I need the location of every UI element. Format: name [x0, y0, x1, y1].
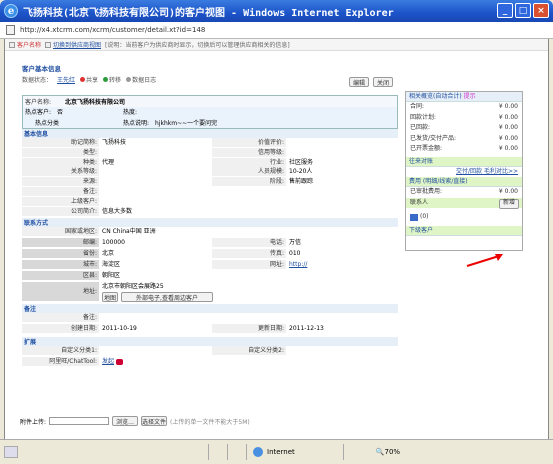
toolbar-item-customer[interactable]: 客户名称	[9, 40, 41, 49]
transfer-icon	[103, 77, 109, 82]
restore-button[interactable]: □	[515, 3, 531, 18]
chat-icon[interactable]	[116, 359, 123, 366]
close-page-button[interactable]: 关闭	[373, 77, 393, 87]
upload-row: 附件上传: 浏览... 选择文件 (上传的单一文件不能大于5M)	[20, 416, 250, 426]
page-icon	[6, 25, 15, 35]
choose-file-button[interactable]: 选择文件	[141, 416, 168, 426]
checkbox-icon	[45, 41, 52, 48]
compare-link[interactable]: 交付/回款 毛利对比>>	[456, 167, 518, 178]
address-bar[interactable]: http://x4.xtcrm.com/xcrm/customer/detail…	[0, 22, 553, 39]
minimize-button[interactable]: _	[497, 3, 513, 18]
share-option[interactable]: 共享	[80, 75, 98, 84]
owner-link[interactable]: 王先红	[57, 75, 75, 84]
upload-input[interactable]	[49, 417, 110, 425]
basic-band: 基本信息	[22, 129, 398, 138]
add-contact-button[interactable]: 新增	[499, 198, 519, 209]
chat-link[interactable]: 发起	[100, 357, 114, 366]
nearby-button[interactable]: 外部电子,查看周边客户	[121, 292, 213, 303]
window-title: 飞扬科技(北京飞扬科技有限公司)的客户视图 - Windows Internet…	[23, 7, 394, 19]
map-button[interactable]: 地图	[102, 292, 118, 303]
customer-header-box: 客户名称: 北京飞扬科技有限公司 热点客户: 否 热度: 热点分类 热点说明: …	[22, 95, 398, 129]
edit-button[interactable]: 编辑	[349, 77, 369, 87]
transfer-option[interactable]: 转移	[103, 75, 121, 84]
zone-label: Internet	[267, 448, 295, 456]
summary-row: 已发货/交付产品: ¥ 0.00	[410, 134, 518, 142]
summary-sidebar: 相关概览(自动合计) 提示 合同: ¥ 0.00 回款计划: ¥ 0.00 已回款: ¥ …	[405, 91, 523, 251]
log-icon	[126, 77, 132, 82]
reconcile-header: 往来对账	[406, 156, 522, 167]
ext-band: 扩展	[22, 337, 398, 347]
form-area: 基本信息 助记简称: 飞扬科技 价值评价: 类型: 信用等级: 种类: 代理 行业: 社区服…	[22, 129, 398, 368]
main-panel: 客户基本信息 数据状态： 王先红 共享 转移 数据日志 编辑 关闭 客户名称: …	[20, 63, 398, 426]
address-url[interactable]: http://x4.xtcrm.com/xcrm/customer/detail…	[20, 26, 205, 34]
website-link[interactable]: http://	[287, 260, 307, 269]
globe-icon	[253, 447, 263, 457]
subcustomer-header: 下级客户	[406, 226, 522, 236]
zoom-icon[interactable]: 🔍	[376, 448, 385, 456]
toolbar-item-supplier[interactable]: 切换到供应商视图	[45, 40, 101, 49]
red-arrow-icon	[466, 254, 503, 267]
contact-card-icon[interactable]	[410, 213, 418, 221]
section-title: 客户基本信息	[22, 65, 61, 73]
ie-icon: e	[4, 4, 18, 18]
overview-header: 相关概览(自动合计) 提示	[406, 92, 522, 102]
share-icon	[80, 77, 86, 82]
close-button[interactable]: ×	[533, 3, 549, 18]
summary-row: 已回款: ¥ 0.00	[410, 124, 518, 131]
summary-row: 已开票金额: ¥ 0.00	[410, 145, 518, 152]
meta-line: 数据状态： 王先红 共享 转移 数据日志	[22, 75, 157, 84]
log-option[interactable]: 数据日志	[126, 75, 156, 84]
toolbar-hint: [说明：当前客户为供应商时显示，切换后可以管理供应商相关的信息]	[105, 42, 290, 49]
checkbox-icon	[9, 41, 15, 48]
window-titlebar: e 飞扬科技(北京飞扬科技有限公司)的客户视图 - Windows Intern…	[0, 0, 553, 22]
fee-header: 费用 (明细/线索/直接)	[406, 177, 522, 187]
toolbar: 客户名称 切换到供应商视图 [说明：当前客户为供应商时显示，切换后可以管理供应商…	[5, 39, 548, 51]
memo-band: 备注	[22, 304, 398, 314]
contact-band: 联系方式	[22, 218, 398, 228]
page-content: 客户名称 切换到供应商视图 [说明：当前客户为供应商时显示，切换后可以管理供应商…	[4, 39, 549, 439]
browse-button[interactable]: 浏览...	[112, 416, 139, 426]
status-bar: Internet 🔍 70%	[0, 439, 553, 464]
zoom-level[interactable]: 70%	[385, 448, 401, 456]
customer-name: 北京飞扬科技有限公司	[65, 98, 126, 106]
summary-row: 合同: ¥ 0.00	[410, 103, 518, 110]
summary-row: 回款计划: ¥ 0.00	[410, 113, 518, 121]
status-page-icon	[4, 446, 18, 458]
